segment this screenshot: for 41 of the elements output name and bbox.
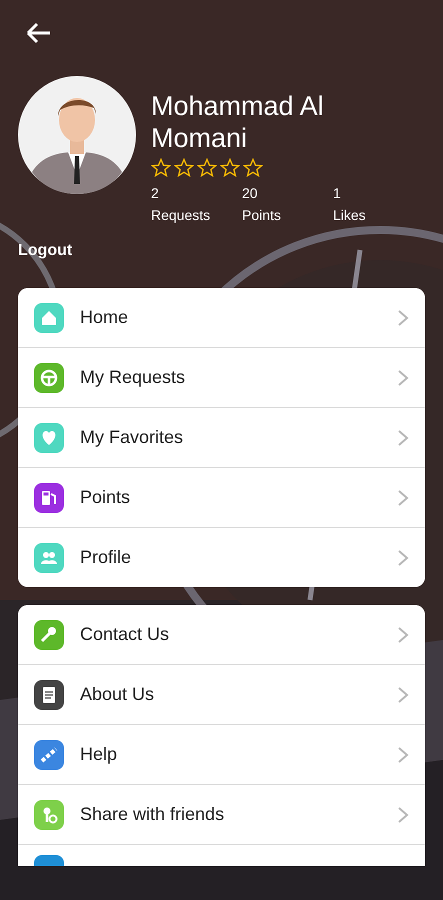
stat-value: 2 <box>151 184 160 203</box>
stat-value: 1 <box>333 184 342 203</box>
house-icon <box>34 302 64 332</box>
chevron-icon <box>397 368 409 386</box>
menu-label: Help <box>80 744 118 765</box>
menu-item[interactable]: Contact Us <box>18 605 425 665</box>
star-icon <box>151 158 171 178</box>
user-name: Mohammad Al Momani <box>151 90 325 154</box>
logout-button[interactable]: Logout <box>18 242 72 260</box>
star-icon <box>243 158 263 178</box>
chevron-icon <box>397 626 409 644</box>
document-icon <box>34 680 64 710</box>
menu-label: Home <box>80 307 130 328</box>
menu-label: Profile <box>80 547 132 568</box>
menu-item[interactable]: Home <box>18 288 425 348</box>
star-icon <box>197 158 217 178</box>
people-icon <box>34 542 64 572</box>
menu-label: Contact Us <box>80 624 170 645</box>
chevron-icon <box>397 806 409 824</box>
chevron-icon <box>397 686 409 704</box>
chevron-icon <box>397 428 409 446</box>
chevron-icon <box>397 548 409 566</box>
chevron-icon <box>397 488 409 506</box>
key-icon <box>34 620 64 650</box>
menu-label: My Favorites <box>80 427 184 448</box>
chevron-icon <box>397 746 409 764</box>
link-icon <box>34 740 64 770</box>
star-icon <box>220 158 240 178</box>
star-icon <box>174 158 194 178</box>
steering-wheel-icon <box>34 362 64 392</box>
menu-label: About Us <box>80 684 156 705</box>
stat-label: Requests <box>151 206 212 225</box>
menu-label: Share with friends <box>80 804 226 825</box>
stat-value: 20 <box>242 184 259 203</box>
menu-label: My Requests <box>80 367 186 388</box>
menu-label: Points <box>80 487 132 508</box>
user-add-icon <box>34 800 64 830</box>
chevron-icon <box>397 308 409 326</box>
fuel-pump-icon <box>34 482 64 512</box>
stat-label: Likes <box>333 206 367 225</box>
stat-label: Points <box>242 206 282 225</box>
